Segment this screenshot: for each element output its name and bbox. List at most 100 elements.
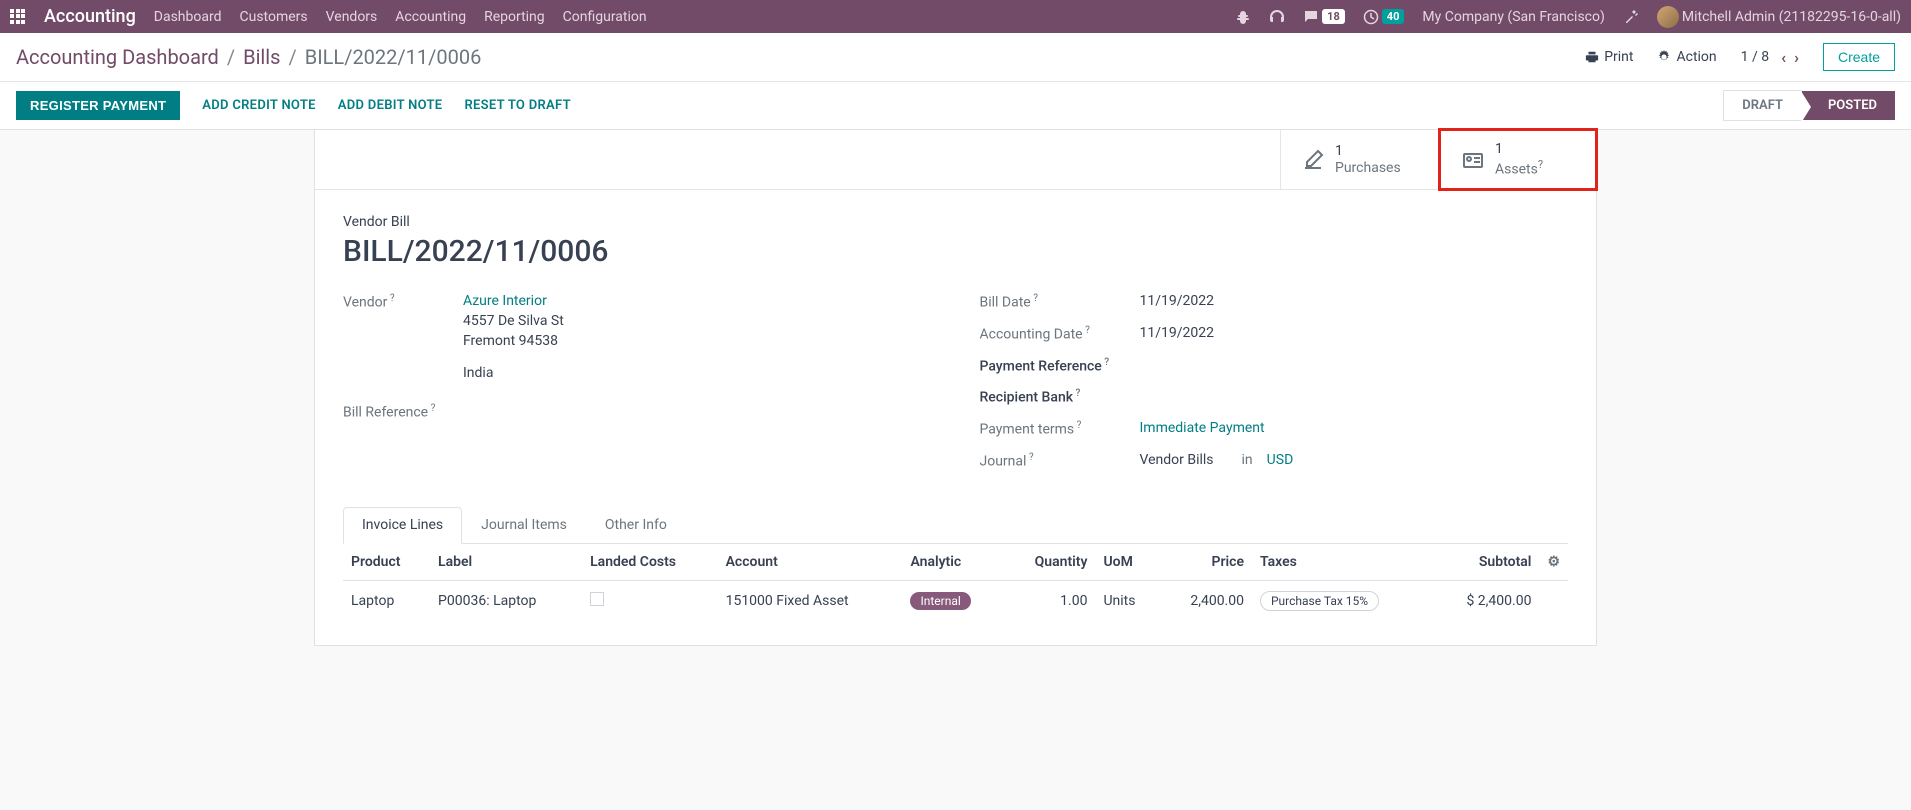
- stat-purchases-count: 1: [1335, 143, 1401, 160]
- nav-dashboard[interactable]: Dashboard: [154, 9, 222, 25]
- th-landed-costs[interactable]: Landed Costs: [582, 544, 717, 581]
- control-panel: Accounting Dashboard / Bills / BILL/2022…: [0, 33, 1911, 82]
- breadcrumb: Accounting Dashboard / Bills / BILL/2022…: [16, 45, 481, 69]
- cell-options: [1539, 581, 1568, 622]
- cell-price: 2,400.00: [1159, 581, 1252, 622]
- stat-assets[interactable]: 1 Assets?: [1438, 128, 1598, 191]
- form-col-left: Vendor ? Azure Interior 4557 De Silva St…: [343, 293, 932, 483]
- tabs: Invoice Lines Journal Items Other Info: [343, 507, 1568, 544]
- label-journal: Journal ?: [980, 452, 1140, 470]
- add-debit-note-button[interactable]: ADD DEBIT NOTE: [338, 98, 443, 113]
- label-payment-reference: Payment Reference ?: [980, 357, 1140, 375]
- add-credit-note-button[interactable]: ADD CREDIT NOTE: [202, 98, 315, 113]
- journal-in: in: [1242, 452, 1253, 468]
- vendor-street: 4557 De Silva St: [463, 313, 564, 329]
- cell-subtotal: $ 2,400.00: [1432, 581, 1540, 622]
- breadcrumb-parent[interactable]: Bills: [243, 45, 280, 69]
- tab-invoice-lines[interactable]: Invoice Lines: [343, 507, 462, 544]
- activities-icon[interactable]: 40: [1363, 9, 1405, 25]
- th-taxes[interactable]: Taxes: [1252, 544, 1432, 581]
- create-button[interactable]: Create: [1823, 43, 1895, 71]
- company-switcher[interactable]: My Company (San Francisco): [1422, 9, 1604, 25]
- form-content: Vendor Bill BILL/2022/11/0006 Vendor ? A…: [315, 190, 1596, 645]
- support-icon[interactable]: [1269, 9, 1285, 25]
- value-journal: Vendor Bills in USD: [1140, 452, 1294, 468]
- cell-quantity: 1.00: [1004, 581, 1096, 622]
- user-name: Mitchell Admin (21182295-16-0-all): [1682, 9, 1901, 25]
- th-subtotal[interactable]: Subtotal: [1432, 544, 1540, 581]
- vendor-link[interactable]: Azure Interior: [463, 293, 547, 309]
- nav-vendors[interactable]: Vendors: [326, 9, 378, 25]
- nav-reporting[interactable]: Reporting: [484, 9, 545, 25]
- cell-uom: Units: [1095, 581, 1159, 622]
- label-payment-terms: Payment terms ?: [980, 420, 1140, 438]
- form-container: 1 Purchases 1 Assets? Vendor Bill BILL/2…: [0, 130, 1911, 646]
- field-accounting-date: Accounting Date ? 11/19/2022: [980, 325, 1569, 343]
- currency-link[interactable]: USD: [1267, 452, 1294, 468]
- activities-badge: 40: [1382, 9, 1405, 24]
- pager-prev[interactable]: ‹: [1781, 48, 1786, 67]
- tab-journal-items[interactable]: Journal Items: [462, 507, 586, 543]
- th-price[interactable]: Price: [1159, 544, 1252, 581]
- form-col-right: Bill Date ? 11/19/2022 Accounting Date ?…: [980, 293, 1569, 483]
- field-recipient-bank: Recipient Bank ?: [980, 388, 1569, 406]
- th-label[interactable]: Label: [430, 544, 582, 581]
- analytic-tag[interactable]: Internal: [910, 592, 970, 610]
- tools-icon[interactable]: [1623, 9, 1639, 25]
- cell-landed-costs: [582, 581, 717, 622]
- breadcrumb-sep: /: [227, 45, 235, 69]
- print-icon: [1585, 50, 1599, 64]
- pager-text[interactable]: 1 / 8: [1741, 49, 1769, 65]
- status-draft[interactable]: DRAFT: [1723, 90, 1802, 121]
- reset-to-draft-button[interactable]: RESET TO DRAFT: [464, 98, 570, 113]
- stat-purchases-label: Purchases: [1335, 160, 1401, 177]
- stat-purchases[interactable]: 1 Purchases: [1280, 130, 1440, 189]
- th-analytic[interactable]: Analytic: [902, 544, 1004, 581]
- th-uom[interactable]: UoM: [1095, 544, 1159, 581]
- cell-taxes: Purchase Tax 15%: [1252, 581, 1432, 622]
- vendor-country: India: [463, 365, 564, 381]
- status-posted[interactable]: POSTED: [1802, 91, 1895, 120]
- edit-icon: [1301, 148, 1325, 172]
- form-fields: Vendor ? Azure Interior 4557 De Silva St…: [343, 293, 1568, 483]
- tax-tag[interactable]: Purchase Tax 15%: [1260, 591, 1379, 611]
- th-quantity[interactable]: Quantity: [1004, 544, 1096, 581]
- pager-next[interactable]: ›: [1794, 48, 1799, 67]
- user-menu[interactable]: Mitchell Admin (21182295-16-0-all): [1657, 6, 1901, 28]
- register-payment-button[interactable]: REGISTER PAYMENT: [16, 91, 180, 120]
- action-button[interactable]: Action: [1657, 49, 1716, 65]
- table-row[interactable]: Laptop P00036: Laptop 151000 Fixed Asset…: [343, 581, 1568, 622]
- field-payment-terms: Payment terms ? Immediate Payment: [980, 420, 1569, 438]
- messages-icon[interactable]: 18: [1303, 9, 1345, 25]
- label-bill-date: Bill Date ?: [980, 293, 1140, 311]
- field-journal: Journal ? Vendor Bills in USD: [980, 452, 1569, 470]
- landed-cost-checkbox[interactable]: [590, 592, 604, 606]
- apps-icon[interactable]: [10, 9, 26, 25]
- invoice-table: Product Label Landed Costs Account Analy…: [343, 544, 1568, 621]
- breadcrumb-root[interactable]: Accounting Dashboard: [16, 45, 219, 69]
- messages-badge: 18: [1322, 9, 1345, 24]
- th-product[interactable]: Product: [343, 544, 430, 581]
- cell-label: P00036: Laptop: [430, 581, 582, 622]
- th-account[interactable]: Account: [718, 544, 903, 581]
- label-accounting-date: Accounting Date ?: [980, 325, 1140, 343]
- breadcrumb-sep: /: [288, 45, 296, 69]
- bug-icon[interactable]: [1235, 9, 1251, 25]
- navbar-left: Accounting Dashboard Customers Vendors A…: [10, 6, 647, 27]
- field-bill-date: Bill Date ? 11/19/2022: [980, 293, 1569, 311]
- nav-brand[interactable]: Accounting: [44, 6, 136, 27]
- stat-buttons: 1 Purchases 1 Assets?: [315, 130, 1596, 190]
- tab-other-info[interactable]: Other Info: [586, 507, 686, 543]
- stat-assets-label: Assets?: [1495, 158, 1543, 178]
- nav-configuration[interactable]: Configuration: [563, 9, 647, 25]
- cell-analytic: Internal: [902, 581, 1004, 622]
- form-sheet: 1 Purchases 1 Assets? Vendor Bill BILL/2…: [314, 129, 1597, 646]
- nav-accounting[interactable]: Accounting: [395, 9, 466, 25]
- print-button[interactable]: Print: [1585, 49, 1633, 65]
- value-vendor: Azure Interior 4557 De Silva St Fremont …: [463, 293, 564, 385]
- label-vendor: Vendor ?: [343, 293, 463, 311]
- status-bar: DRAFT POSTED: [1723, 90, 1895, 121]
- stat-purchases-text: 1 Purchases: [1335, 143, 1401, 177]
- th-options[interactable]: ⚙: [1539, 544, 1568, 581]
- nav-customers[interactable]: Customers: [240, 9, 308, 25]
